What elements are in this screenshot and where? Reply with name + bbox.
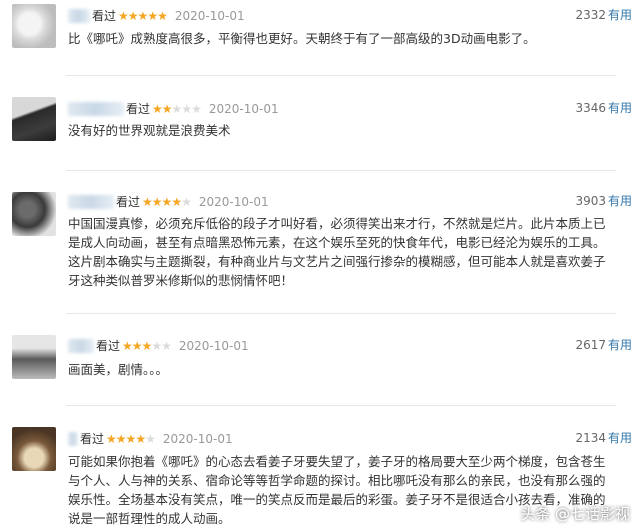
star-filled-icon: ★ xyxy=(142,194,153,209)
star-filled-icon: ★ xyxy=(127,8,139,23)
review-meta: 看过 ★★★★★ 2020-10-01 xyxy=(68,337,249,353)
review-meta: 看过 ★★★★★ 2020-10-01 xyxy=(68,193,269,209)
vote-count: 2332 xyxy=(575,8,606,22)
avatar[interactable] xyxy=(12,192,56,236)
vote-count: 2617 xyxy=(575,338,606,352)
useful-button[interactable]: 有用 xyxy=(608,193,632,209)
divider xyxy=(66,405,616,406)
star-filled-icon: ★ xyxy=(141,338,153,353)
star-empty-icon: ★ xyxy=(181,194,192,209)
avatar[interactable] xyxy=(12,427,56,471)
star-filled-icon: ★ xyxy=(152,101,163,116)
vote-count: 3903 xyxy=(575,194,606,208)
star-filled-icon: ★ xyxy=(161,194,173,209)
useful-button[interactable]: 有用 xyxy=(608,430,632,446)
star-filled-icon: ★ xyxy=(171,194,182,209)
star-empty-icon: ★ xyxy=(191,101,202,116)
review-date: 2020-10-01 xyxy=(162,431,233,446)
useful-button[interactable]: 有用 xyxy=(608,7,632,23)
username-blurred[interactable] xyxy=(68,194,114,209)
divider xyxy=(66,75,616,76)
username-blurred[interactable] xyxy=(68,101,124,116)
divider xyxy=(66,170,616,171)
watched-label: 看过 xyxy=(116,194,141,209)
review-date: 2020-10-01 xyxy=(178,338,249,353)
star-filled-icon: ★ xyxy=(125,431,137,446)
star-empty-icon: ★ xyxy=(145,431,156,446)
username-blurred[interactable] xyxy=(68,431,78,446)
avatar[interactable] xyxy=(12,4,56,48)
username-blurred[interactable] xyxy=(68,8,90,23)
rating-stars: ★★★★★ xyxy=(142,194,192,210)
watched-label: 看过 xyxy=(126,101,151,116)
star-filled-icon: ★ xyxy=(118,8,129,23)
avatar[interactable] xyxy=(12,335,56,379)
star-empty-icon: ★ xyxy=(151,338,162,353)
review-content: 画面美，剧情。。。 xyxy=(68,362,169,377)
star-filled-icon: ★ xyxy=(106,431,117,446)
avatar[interactable] xyxy=(12,97,56,141)
review-content: 比《哪吒》成熟度高很多，平衡得也更好。天朝终于有了一部高级的3D动画电影了。 xyxy=(68,31,536,46)
star-filled-icon: ★ xyxy=(135,431,146,446)
star-filled-icon: ★ xyxy=(137,8,149,23)
review-meta: 看过 ★★★★★ 2020-10-01 xyxy=(68,100,279,116)
star-empty-icon: ★ xyxy=(171,101,183,116)
watched-label: 看过 xyxy=(92,8,117,23)
review-date: 2020-10-01 xyxy=(174,8,245,23)
review-date: 2020-10-01 xyxy=(198,194,269,209)
star-filled-icon: ★ xyxy=(157,8,168,23)
star-filled-icon: ★ xyxy=(161,101,173,116)
star-filled-icon: ★ xyxy=(151,194,163,209)
star-filled-icon: ★ xyxy=(122,338,133,353)
star-filled-icon: ★ xyxy=(147,8,158,23)
review-meta: 看过 ★★★★★ 2020-10-01 xyxy=(68,430,233,446)
review-content: 没有好的世界观就是浪费美术 xyxy=(68,123,231,138)
vote-count: 3346 xyxy=(575,101,606,115)
watched-label: 看过 xyxy=(80,431,105,446)
rating-stars: ★★★★★ xyxy=(122,338,172,354)
watched-label: 看过 xyxy=(96,338,121,353)
rating-stars: ★★★★★ xyxy=(118,8,168,24)
review-meta: 看过 ★★★★★ 2020-10-01 xyxy=(68,7,245,23)
rating-stars: ★★★★★ xyxy=(152,101,202,117)
star-filled-icon: ★ xyxy=(131,338,143,353)
username-blurred[interactable] xyxy=(68,338,94,353)
useful-button[interactable]: 有用 xyxy=(608,337,632,353)
review-content: 中国国漫真惨，必须充斥低俗的段子才叫好看，必须得笑出来才行，不然就是烂片。此片本… xyxy=(68,216,606,288)
star-empty-icon: ★ xyxy=(181,101,192,116)
star-filled-icon: ★ xyxy=(115,431,127,446)
vote-count: 2134 xyxy=(575,431,606,445)
star-empty-icon: ★ xyxy=(161,338,172,353)
review-date: 2020-10-01 xyxy=(208,101,279,116)
divider xyxy=(66,313,616,314)
useful-button[interactable]: 有用 xyxy=(608,100,632,116)
watermark: 头条 @七话影视 xyxy=(520,505,630,523)
rating-stars: ★★★★★ xyxy=(106,431,156,447)
